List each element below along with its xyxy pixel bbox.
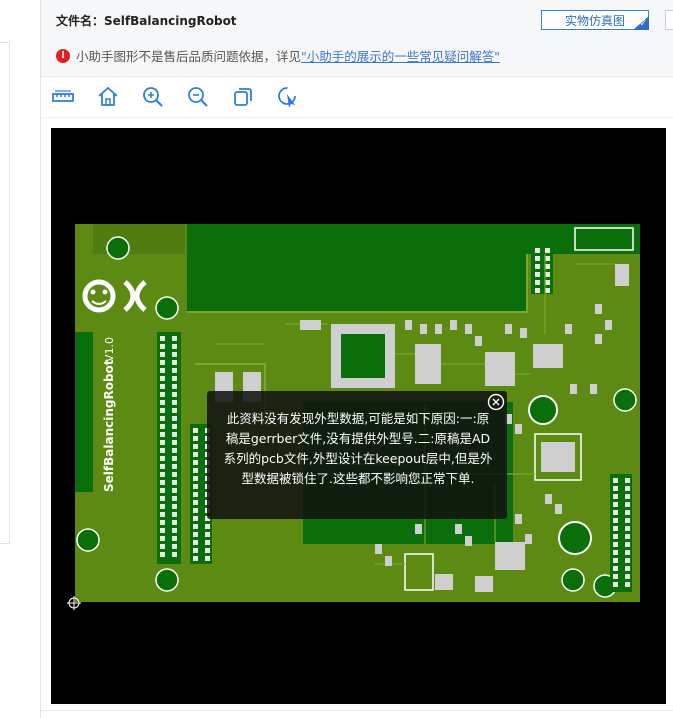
left-panel-edge: [0, 42, 10, 544]
physical-simulation-button[interactable]: 实物仿真图 ✓: [541, 10, 649, 30]
footer-divider: [41, 710, 673, 711]
next-button-partial[interactable]: [665, 10, 673, 30]
file-title: 文件名：SelfBalancingRobot: [56, 12, 237, 29]
copy-icon[interactable]: [231, 85, 255, 109]
pcb-viewer-canvas[interactable]: SelfBalancingRobot V1.0 此资料没有发现外型数据,可能是如…: [51, 128, 666, 704]
faq-link[interactable]: "小助手的展示的一些常见疑问解答": [301, 46, 500, 65]
pcb-silk-name: SelfBalancingRobot: [102, 359, 116, 492]
pcb-preview-panel: 文件名：SelfBalancingRobot 实物仿真图 ✓ ! 小助手图形不是…: [40, 0, 673, 718]
home-icon[interactable]: [96, 85, 120, 109]
zoom-in-icon[interactable]: [141, 85, 165, 109]
close-icon[interactable]: [487, 393, 505, 411]
physical-simulation-label: 实物仿真图: [564, 14, 625, 28]
no-outline-message: 此资料没有发现外型数据,可能是如下原因:一:原稿是gerrber文件,没有提供外…: [223, 411, 493, 486]
no-outline-data-dialog: 此资料没有发现外型数据,可能是如下原因:一:原稿是gerrber文件,没有提供外…: [207, 391, 507, 519]
zoom-out-icon[interactable]: [186, 85, 210, 109]
preview-header: 文件名：SelfBalancingRobot 实物仿真图 ✓ ! 小助手图形不是…: [41, 0, 673, 77]
ruler-icon[interactable]: [51, 85, 75, 109]
check-icon: ✓: [639, 19, 647, 29]
notice-text: 小助手图形不是售后品质问题依据，详见: [76, 49, 302, 64]
file-label: 文件名：: [56, 14, 105, 28]
pcb-silk-version: V1.0: [103, 337, 116, 362]
pointer-icon[interactable]: [276, 85, 300, 109]
viewer-toolbar: [41, 77, 673, 118]
disclaimer-notice: ! 小助手图形不是售后品质问题依据，详见 "小助手的展示的一些常见疑问解答": [56, 46, 500, 65]
file-name: SelfBalancingRobot: [104, 14, 237, 28]
viewer-scrollbar[interactable]: [666, 128, 673, 704]
exclamation-circle-icon: !: [56, 48, 70, 63]
origin-crosshair-icon: [67, 596, 81, 610]
